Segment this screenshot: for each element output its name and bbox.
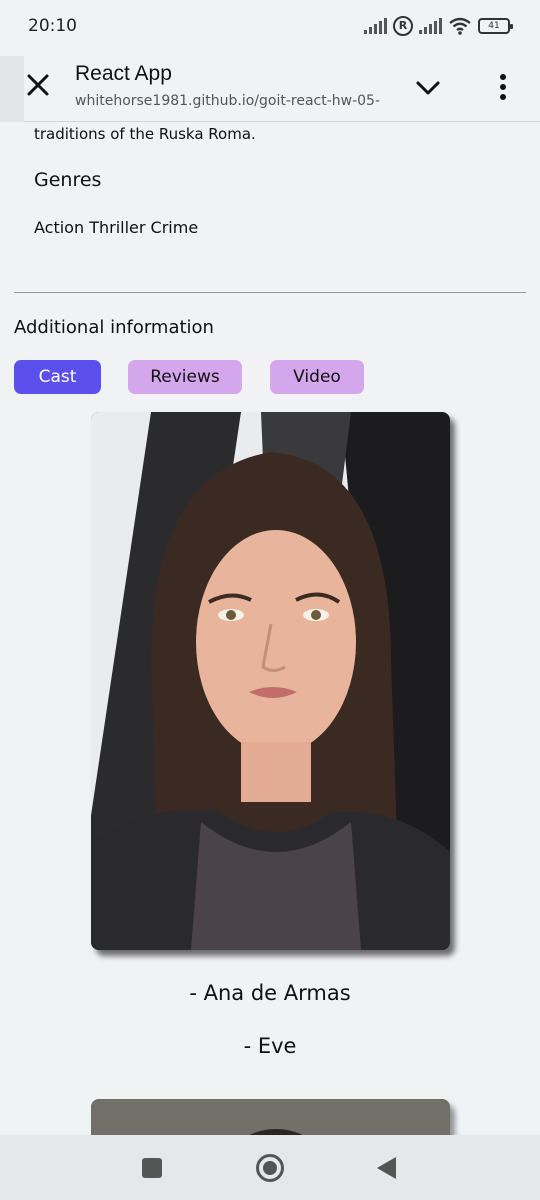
actor-portrait-icon [91,1099,450,1135]
divider [14,292,526,293]
page-title: React App [75,62,172,85]
page-content: traditions of the Ruska Roma. Genres Act… [0,123,540,1135]
signal-icon [419,18,442,34]
wifi-icon [449,17,471,35]
overview-text: traditions of the Ruska Roma. [34,125,256,143]
additional-info-heading: Additional information [14,317,214,338]
more-menu-icon[interactable] [492,72,514,102]
edge-stripe [0,56,24,122]
recents-icon[interactable] [142,1158,162,1178]
actor-name: - Ana de Armas [189,981,351,1005]
page-url[interactable]: whitehorse1981.github.io/goit-react-hw-0… [75,93,390,109]
genres-heading: Genres [34,169,102,191]
chevron-down-icon[interactable] [414,74,442,102]
tab-video[interactable]: Video [270,360,364,394]
tab-cast[interactable]: Cast [14,360,101,394]
battery-icon: 41 [478,18,513,34]
tab-reviews[interactable]: Reviews [128,360,242,394]
browser-header: React App whitehorse1981.github.io/goit-… [0,56,540,122]
status-icons: R 41 [364,16,513,36]
signal-icon [364,18,387,34]
genres-list: Action Thriller Crime [34,218,199,237]
character-name: - Eve [243,1034,297,1058]
status-time: 20:10 [28,16,77,36]
close-icon[interactable] [24,71,52,99]
home-icon[interactable] [256,1154,284,1182]
actor-portrait-icon [91,412,450,950]
actor-photo [91,412,450,950]
status-bar: 20:10 R 41 [0,0,540,56]
actor-photo [91,1099,450,1135]
system-nav-bar [0,1135,540,1200]
roaming-icon: R [393,16,413,36]
back-icon[interactable] [377,1157,396,1179]
